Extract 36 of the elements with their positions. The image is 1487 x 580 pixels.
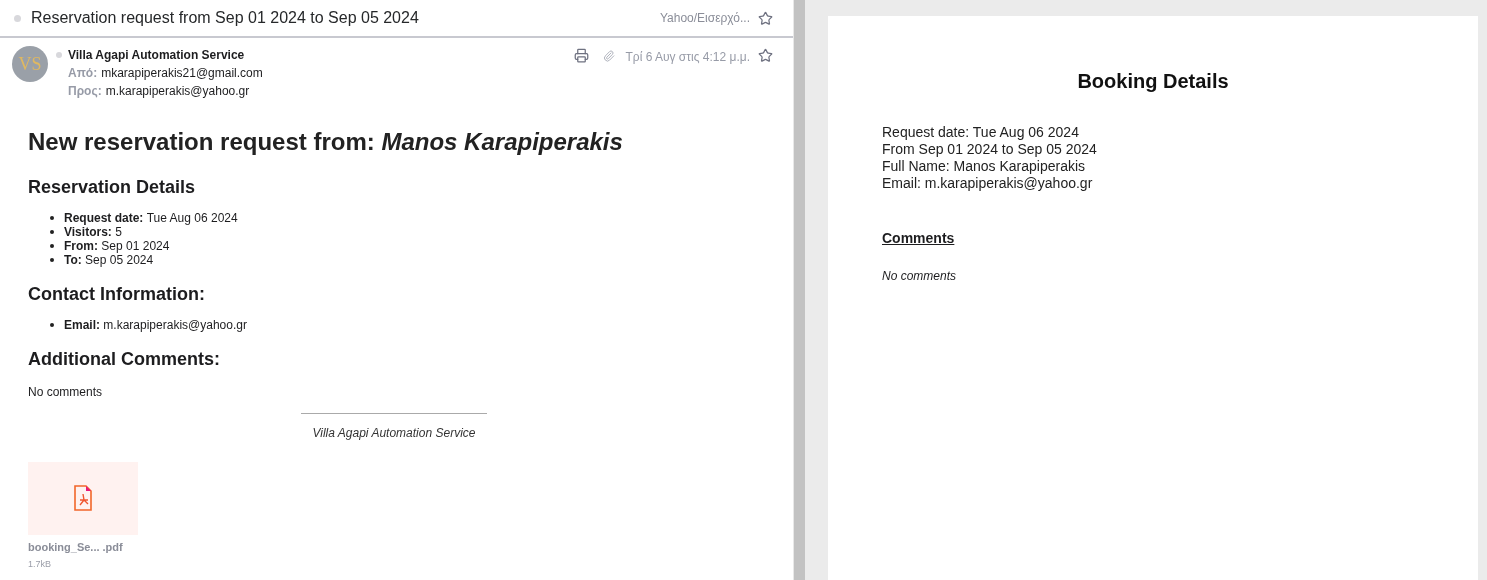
star-icon[interactable] [758, 10, 773, 26]
detail-item: Email: m.karapiperakis@yahoo.gr [50, 318, 793, 332]
booking-detail-line: Email: m.karapiperakis@yahoo.gr [882, 175, 1094, 192]
email-date: Τρί 6 Αυγ στις 4:12 μ.μ. [625, 49, 750, 66]
email-heading: New reservation request from: Manos Karapiperakis [28, 127, 624, 157]
signature-text: Villa Agapi Automation Service [312, 426, 476, 440]
booking-detail-line: Full Name: Manos Karapiperakis [882, 158, 1087, 175]
section-heading: Additional Comments: [28, 348, 221, 371]
booking-detail-line: Request date: Tue Aug 06 2024 [882, 124, 1080, 141]
scrollbar[interactable] [793, 0, 805, 580]
to-label: Προς: [68, 83, 102, 100]
paperclip-icon [603, 50, 616, 62]
section-heading: Contact Information: [28, 283, 206, 306]
comments-text: No comments [882, 268, 958, 285]
star-icon[interactable] [758, 48, 773, 63]
folder-label: Yahoo/Εισερχό... [659, 10, 750, 27]
comment-text: No comments [28, 384, 104, 401]
pdf-attachment-thumbnail[interactable] [28, 462, 138, 535]
detail-item: From: Sep 01 2024 [50, 239, 793, 253]
booking-title: Booking Details [1076, 69, 1230, 94]
detail-item: Request date: Tue Aug 06 2024 [50, 211, 793, 225]
comments-heading: Comments [882, 229, 955, 248]
attachment-size: 1.7kB [28, 557, 52, 571]
detail-item: Visitors: 5 [50, 225, 793, 239]
print-icon[interactable] [574, 48, 590, 63]
booking-detail-line: From Sep 01 2024 to Sep 05 2024 [882, 141, 1098, 158]
section-heading: Reservation Details [28, 176, 197, 199]
from-address: mkarapiperakis21@gmail.com [101, 65, 263, 82]
from-label: Από: [68, 65, 98, 82]
sender-name: Villa Agapi Automation Service [68, 47, 245, 64]
detail-item: To: Sep 05 2024 [50, 253, 793, 267]
to-address: m.karapiperakis@yahoo.gr [105, 83, 250, 100]
sender-avatar: VS [12, 46, 48, 82]
email-subject: Reservation request from Sep 01 2024 to Sep 05 2024 [31, 8, 420, 28]
attachment-name[interactable]: booking_Se... .pdf [28, 539, 793, 556]
pdf-file-icon [74, 485, 92, 512]
